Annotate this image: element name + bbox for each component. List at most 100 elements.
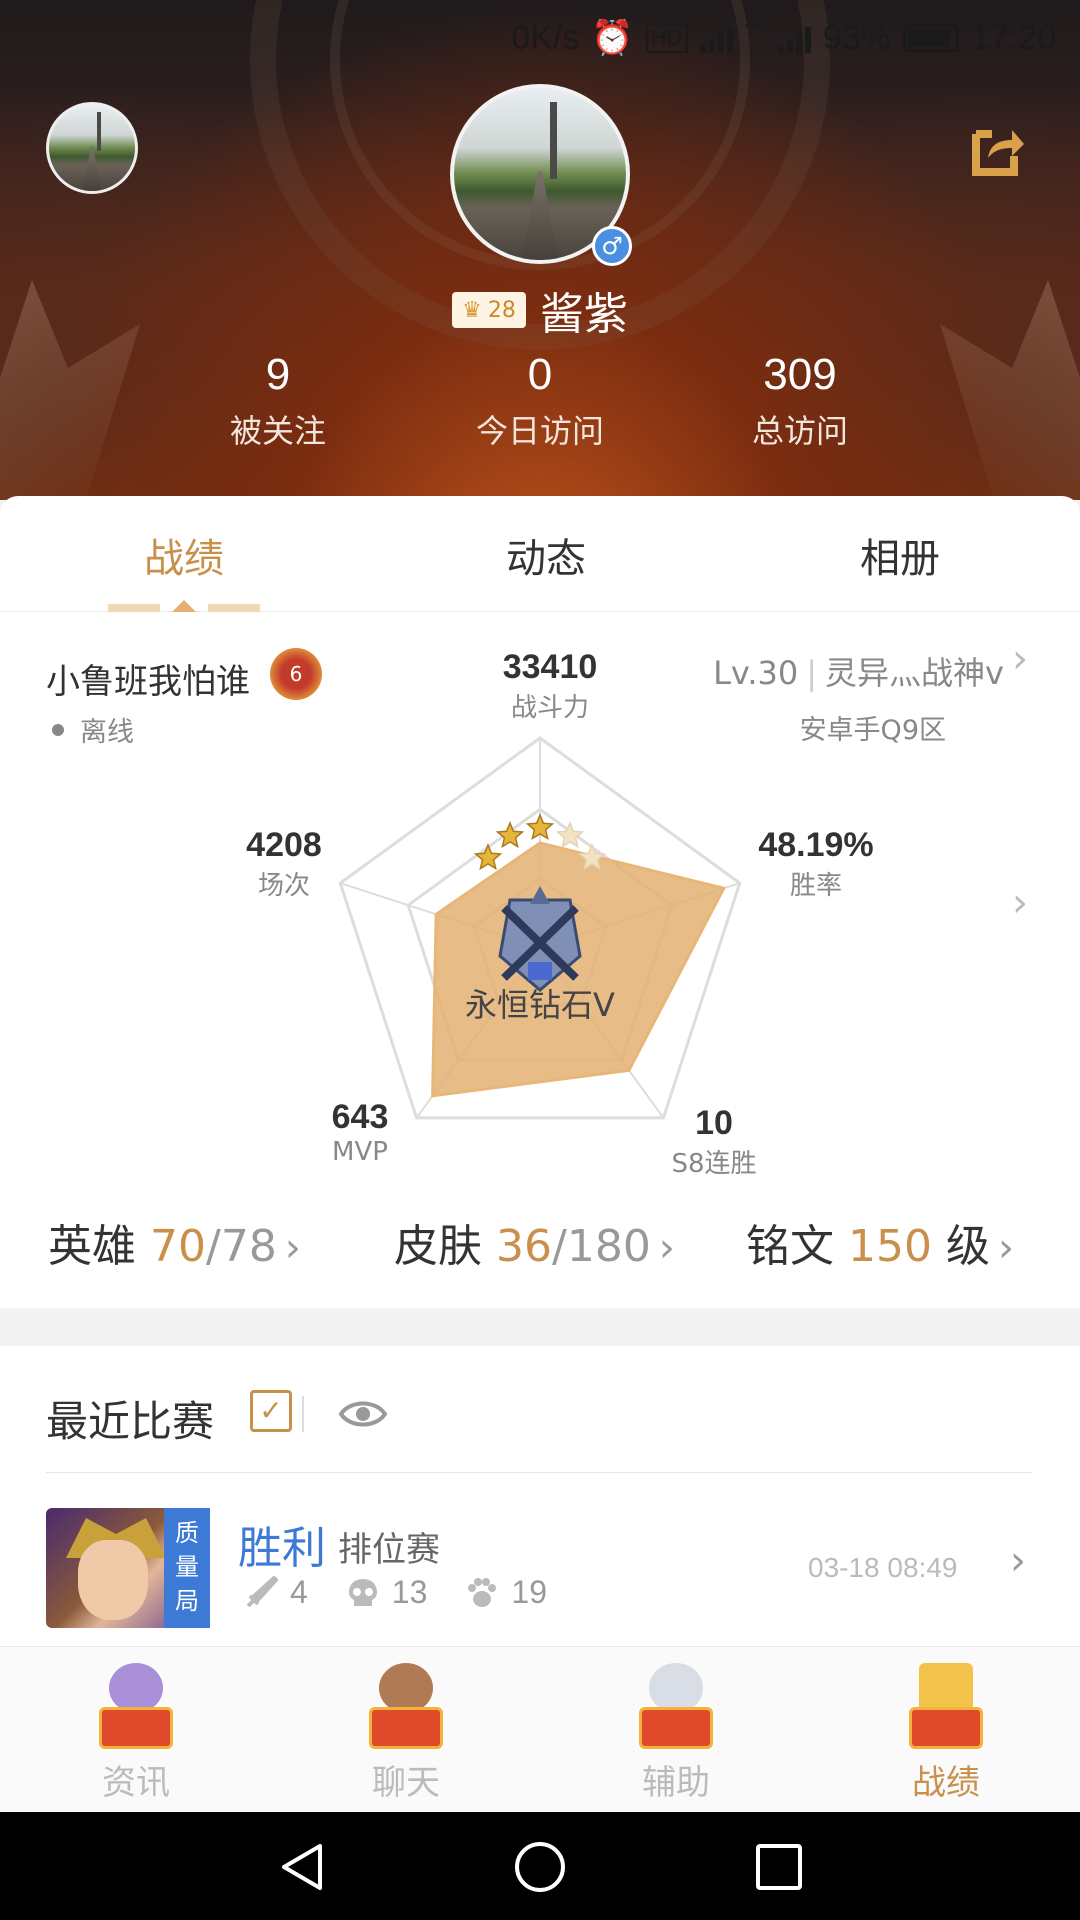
system-nav-bar (0, 1812, 1080, 1920)
hd-icon: HD (645, 23, 688, 53)
mascot-box (99, 1707, 173, 1749)
chevron-right-icon: › (658, 1225, 675, 1271)
stat-label: 今日访问 (475, 412, 604, 450)
collection-summary: 英雄 70/78 › 皮肤 36/180 › 铭文 150 级 › (0, 1210, 1080, 1280)
heroes-label: 英雄 (48, 1221, 136, 1272)
paw-icon (468, 1577, 497, 1607)
runes-value: 150 (848, 1221, 932, 1272)
mascot-head (919, 1663, 973, 1713)
rank-name: 永恒钻石V (465, 986, 615, 1024)
clock: 17:20 (970, 18, 1056, 57)
chevron-right-icon[interactable]: › (1010, 1538, 1026, 1584)
mascot-head (109, 1663, 163, 1713)
stat-total-visits[interactable]: 309 总访问 (690, 350, 910, 452)
slash: / (206, 1221, 221, 1272)
stat-today-visits[interactable]: 0 今日访问 (430, 350, 650, 452)
chevron-right-icon: › (997, 1225, 1014, 1271)
star-icon (473, 843, 503, 871)
mascot-head (379, 1663, 433, 1713)
skins-summary[interactable]: 皮肤 36/180 › (394, 1210, 675, 1274)
alarm-icon: ⏰ (591, 19, 634, 57)
radar-chart[interactable] (0, 496, 1080, 1196)
record-card: 战绩 动态 相册 小鲁班我怕谁 6 离线 Lv.30 | 灵异灬战神v › 安卓手Q… (0, 496, 1080, 1308)
recent-matches: 最近比赛 ✓ 质 量 局 胜利 排位赛 4 13 19 03-18 08:49 … (0, 1346, 1080, 1646)
nav-assist[interactable]: 辅助 (606, 1657, 746, 1804)
nav-record[interactable]: 战绩 (876, 1657, 1016, 1804)
assist-mascot-icon (631, 1657, 721, 1753)
nickname: 酱紫 (539, 289, 628, 340)
hero-face (78, 1540, 148, 1620)
stat-value: 9 (265, 350, 291, 399)
checkbox-icon[interactable]: ✓ (250, 1390, 292, 1432)
nav-label: 资讯 (102, 1763, 170, 1803)
nav-news[interactable]: 资讯 (66, 1657, 206, 1804)
tag-char: 局 (175, 1587, 199, 1615)
heroes-total: 78 (220, 1221, 277, 1272)
tag-char: 质 (175, 1519, 199, 1547)
mvp-value: 643 (331, 1098, 389, 1136)
matches-value: 4208 (246, 826, 322, 864)
nav-chat[interactable]: 聊天 (336, 1657, 476, 1804)
kills: 4 (290, 1574, 308, 1610)
chat-mascot-icon (361, 1657, 451, 1753)
radar-label-matches: 4208 场次 (214, 826, 354, 902)
divider (46, 1472, 1032, 1473)
radar-data-area (431, 841, 726, 1098)
power-value: 33410 (502, 648, 598, 686)
slash: / (552, 1221, 567, 1272)
diamond-rank-emblem-icon (498, 886, 582, 992)
profile-header: 0K/s ⏰ HD 2G 93% 17:20 ♂ ♛ 28 酱紫 9 被关注 0… (0, 0, 1080, 500)
small-avatar[interactable] (46, 102, 138, 194)
network-type: 2G (744, 14, 766, 31)
power-label: 战斗力 (510, 693, 589, 723)
signal-icon (699, 23, 733, 53)
mascot-head (649, 1663, 703, 1713)
stat-followers[interactable]: 9 被关注 (168, 350, 388, 452)
matches-label: 场次 (257, 871, 310, 901)
quality-match-tag: 质 量 局 (164, 1508, 210, 1628)
chevron-right-icon: › (284, 1225, 301, 1271)
radar-label-winrate: 48.19% 胜率 (736, 826, 896, 902)
back-icon[interactable] (276, 1840, 330, 1894)
male-icon: ♂ (592, 226, 632, 266)
mascot-box (639, 1707, 713, 1749)
skins-label: 皮肤 (394, 1221, 482, 1272)
network-speed: 0K/s (511, 18, 580, 57)
match-row[interactable]: 质 量 局 胜利 排位赛 4 13 19 03-18 08:49 › (46, 1508, 1036, 1628)
eye-icon[interactable] (338, 1394, 388, 1434)
share-icon[interactable] (968, 120, 1028, 180)
mvp-label: MVP (332, 1137, 388, 1167)
deaths: 13 (391, 1574, 428, 1610)
streak-value: 10 (695, 1104, 733, 1142)
emblem-gem (528, 962, 552, 980)
recents-icon[interactable] (752, 1840, 806, 1894)
mascot-box (909, 1707, 983, 1749)
sword-icon (246, 1575, 278, 1607)
bottom-nav: 资讯 聊天 辅助 战绩 (0, 1646, 1080, 1812)
stat-value: 0 (527, 350, 553, 399)
battery-icon (902, 24, 959, 52)
winrate-label: 胜率 (789, 871, 842, 901)
stat-label: 被关注 (229, 412, 326, 450)
kda-stats: 4 13 19 (244, 1574, 573, 1611)
news-mascot-icon (91, 1657, 181, 1753)
stat-label: 总访问 (751, 412, 848, 450)
match-time: 03-18 08:49 (808, 1552, 958, 1583)
name-row: ♛ 28 酱紫 (0, 278, 1080, 342)
radar-label-power: 33410 战斗力 (470, 648, 630, 724)
heroes-summary[interactable]: 英雄 70/78 › (48, 1210, 301, 1274)
runes-label: 铭文 (746, 1221, 834, 1272)
runes-summary[interactable]: 铭文 150 级 › (746, 1210, 1014, 1274)
skins-owned: 36 (496, 1221, 552, 1272)
match-result: 胜利 (238, 1523, 326, 1574)
stat-value: 309 (763, 350, 837, 399)
status-bar: 0K/s ⏰ HD 2G 93% 17:20 (511, 14, 1056, 62)
skins-total: 180 (566, 1221, 651, 1272)
mascot-box (369, 1707, 443, 1749)
winrate-value: 48.19% (758, 826, 874, 864)
radar-label-mvp: 643 MVP (300, 1098, 420, 1167)
home-icon[interactable] (513, 1840, 567, 1894)
match-mode: 排位赛 (338, 1530, 440, 1570)
nav-label: 战绩 (912, 1763, 980, 1803)
vip-badge: ♛ 28 (452, 292, 526, 328)
